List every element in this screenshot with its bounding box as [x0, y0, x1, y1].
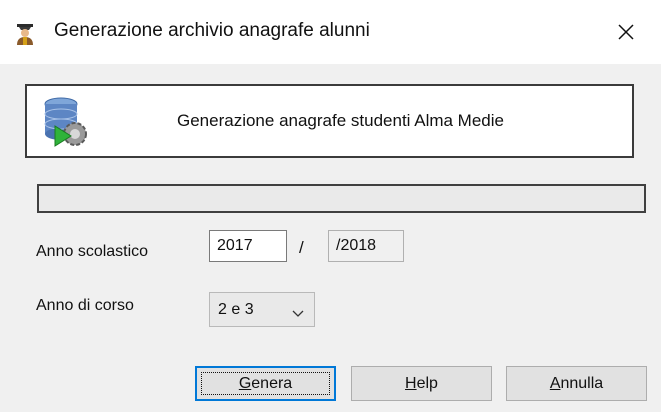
- close-icon: [616, 22, 636, 47]
- header-panel: Generazione anagrafe studenti Alma Medie: [25, 84, 634, 158]
- help-label: elp: [416, 375, 438, 392]
- genera-button[interactable]: Genera: [195, 366, 336, 401]
- window-title: Generazione archivio anagrafe alunni: [54, 20, 370, 41]
- anno-scolastico-end-field: /2018: [328, 230, 404, 262]
- title-bar[interactable]: Generazione archivio anagrafe alunni: [0, 0, 661, 64]
- header-title: Generazione anagrafe studenti Alma Medie: [177, 111, 504, 130]
- help-accel: H: [405, 375, 417, 392]
- annulla-accel: A: [549, 375, 561, 392]
- annulla-label: nnulla: [560, 375, 604, 392]
- close-button[interactable]: [604, 14, 648, 54]
- annulla-button[interactable]: Annulla: [506, 366, 647, 401]
- focus-rectangle: [201, 372, 330, 395]
- help-button[interactable]: Help: [351, 366, 492, 401]
- anno-di-corso-select[interactable]: 2 e 3: [209, 292, 315, 327]
- year-separator: /: [299, 238, 304, 257]
- anno-di-corso-value: 2 e 3: [218, 301, 254, 318]
- anno-scolastico-start-input[interactable]: 2017: [209, 230, 287, 262]
- progress-bar: [37, 184, 646, 213]
- anno-scolastico-label: Anno scolastico: [36, 243, 149, 260]
- database-gear-play-icon: [41, 96, 91, 150]
- student-graduate-icon: [14, 22, 36, 46]
- dialog-client-area: Generazione anagrafe studenti Alma Medie…: [0, 64, 661, 412]
- dialog-window: Generazione archivio anagrafe alunni Gen…: [0, 0, 661, 412]
- anno-di-corso-label: Anno di corso: [36, 297, 134, 314]
- chevron-down-icon: [292, 305, 304, 323]
